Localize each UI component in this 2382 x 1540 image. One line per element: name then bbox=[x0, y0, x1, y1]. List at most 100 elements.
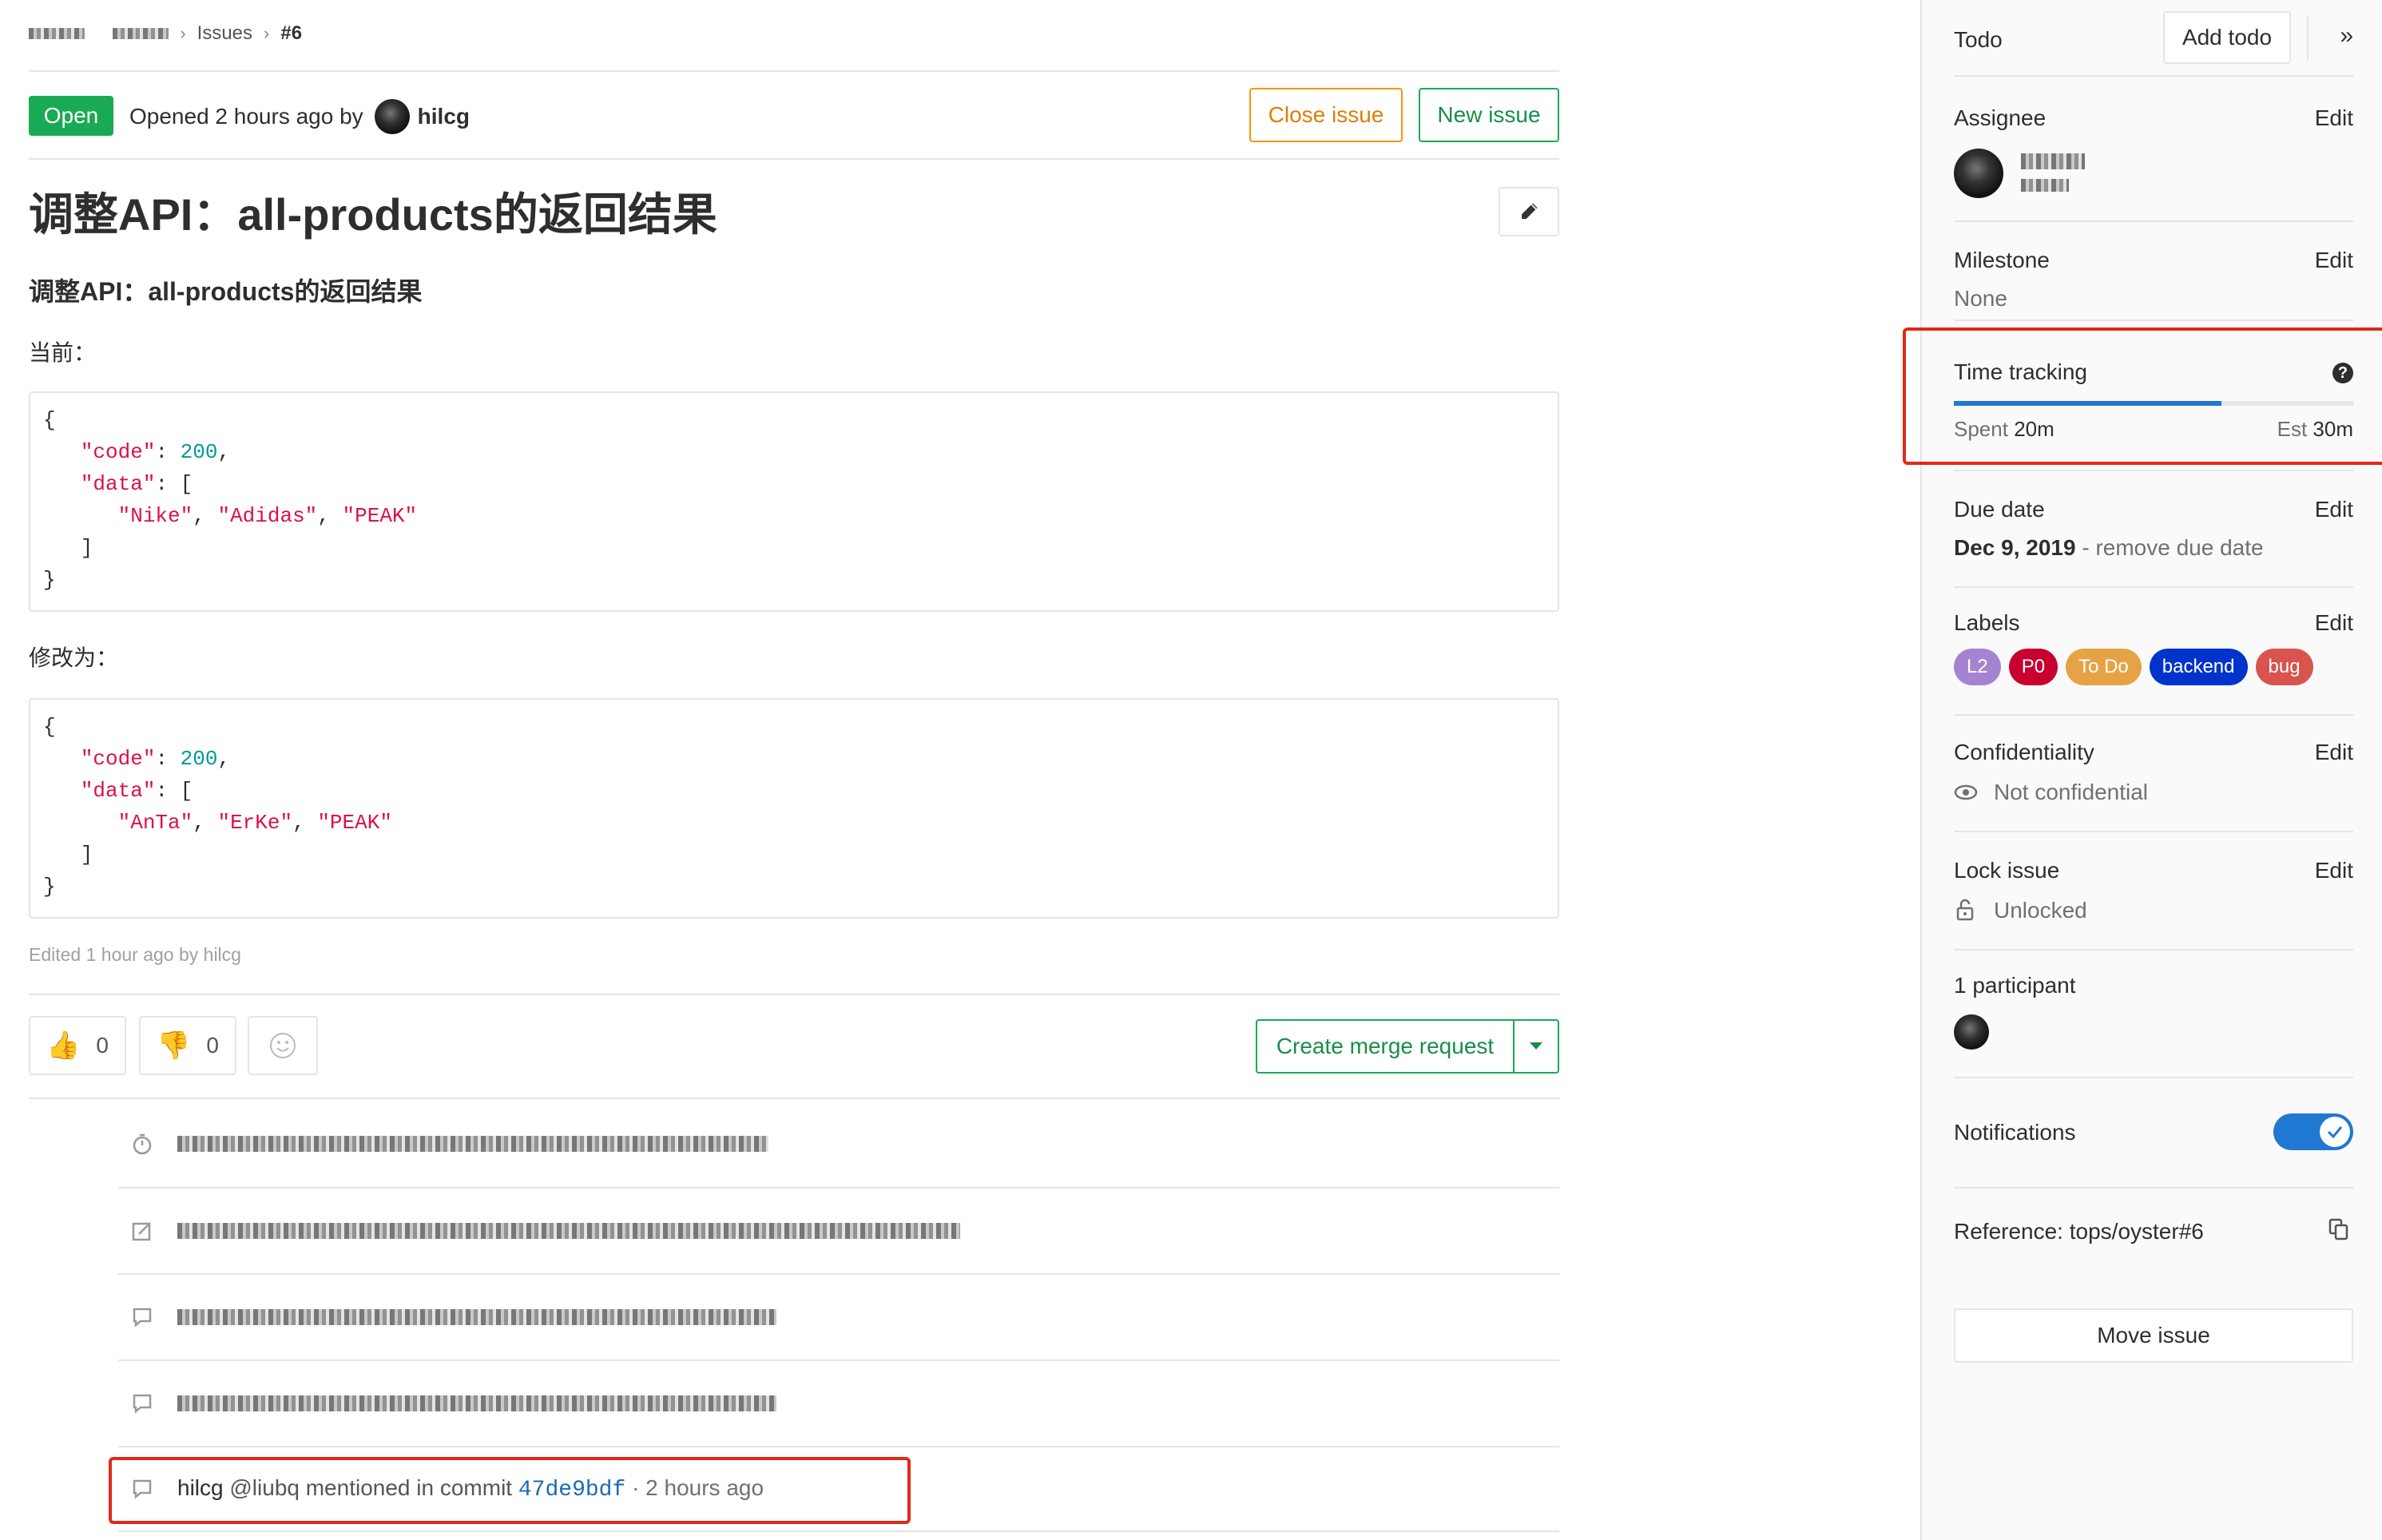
create-merge-request-label[interactable]: Create merge request bbox=[1257, 1021, 1515, 1072]
stopwatch-icon bbox=[133, 1133, 152, 1155]
notifications-toggle[interactable] bbox=[2273, 1113, 2353, 1150]
lock-label: Lock issue bbox=[1954, 858, 2060, 883]
opened-text: Opened 2 hours ago by bbox=[129, 104, 363, 129]
breadcrumb-group-blurred[interactable] bbox=[29, 22, 85, 45]
change-label: 修改为： bbox=[29, 645, 119, 670]
edit-icon bbox=[132, 1222, 151, 1241]
milestone-label: Milestone bbox=[1954, 248, 2050, 272]
participants-section: 1 participant bbox=[1954, 951, 2353, 1078]
activity-item bbox=[118, 1187, 1559, 1273]
author-name[interactable]: hilcg bbox=[418, 104, 470, 129]
merge-request-dropdown-toggle[interactable] bbox=[1515, 1021, 1558, 1072]
notifications-label: Notifications bbox=[1954, 1120, 2076, 1145]
thumbs-up-icon: 👍 bbox=[46, 1030, 81, 1061]
breadcrumb-separator-icon: › bbox=[180, 23, 186, 43]
todo-label: Todo bbox=[1954, 27, 2003, 52]
label-badge[interactable]: backend bbox=[2149, 649, 2248, 685]
lock-edit-link[interactable]: Edit bbox=[2315, 858, 2353, 883]
issue-sidebar: Todo Add todo » Assignee Edit Milestone … bbox=[1920, 0, 2382, 1540]
label-badge[interactable]: bug bbox=[2255, 649, 2313, 685]
remove-due-date-link[interactable]: - remove due date bbox=[2082, 535, 2263, 560]
divider bbox=[29, 158, 1559, 160]
labels-edit-link[interactable]: Edit bbox=[2315, 610, 2353, 636]
issue-meta: Opened 2 hours ago by hilcg bbox=[129, 99, 470, 134]
breadcrumb-issues[interactable]: Issues bbox=[197, 22, 252, 45]
notifications-section: Notifications bbox=[1954, 1078, 2353, 1189]
comment-icon bbox=[133, 1308, 152, 1328]
caret-down-icon bbox=[1530, 1042, 1542, 1050]
issue-title: 调整API：all-products的返回结果 bbox=[29, 189, 717, 240]
confidentiality-section: Confidentiality Edit Not confidential bbox=[1954, 716, 2353, 832]
description-heading: 调整API：all-products的返回结果 bbox=[29, 277, 423, 306]
confidentiality-value: Not confidential bbox=[1994, 780, 2149, 804]
issue-main: › › Issues › #6 Open Opened 2 hours ago … bbox=[29, 0, 1559, 1540]
edit-title-button[interactable] bbox=[1499, 187, 1559, 236]
confidentiality-edit-link[interactable]: Edit bbox=[2315, 740, 2353, 765]
lock-section: Lock issue Edit Unlocked bbox=[1954, 832, 2353, 951]
comment-icon bbox=[133, 1394, 152, 1414]
move-issue-button[interactable]: Move issue bbox=[1954, 1308, 2353, 1363]
label-badge[interactable]: To Do bbox=[2066, 649, 2142, 685]
milestone-value: None bbox=[1954, 286, 2007, 311]
thumbs-down-button[interactable]: 👎 0 bbox=[139, 1016, 236, 1075]
code-item: "Nike" bbox=[117, 504, 193, 528]
assignee-name-blurred[interactable] bbox=[2021, 153, 2085, 169]
add-todo-button[interactable]: Add todo bbox=[2163, 11, 2291, 64]
create-merge-request-button[interactable]: Create merge request bbox=[1256, 1019, 1559, 1074]
assignee-edit-link[interactable]: Edit bbox=[2315, 105, 2353, 131]
close-issue-button[interactable]: Close issue bbox=[1249, 88, 1403, 142]
due-date-value: Dec 9, 2019 bbox=[1954, 535, 2076, 560]
lock-value: Unlocked bbox=[1994, 898, 2087, 923]
activity-item bbox=[118, 1273, 1559, 1359]
code-value: 200 bbox=[180, 440, 218, 464]
assignee-avatar[interactable] bbox=[1954, 149, 2003, 198]
labels-label: Labels bbox=[1954, 610, 2020, 635]
milestone-edit-link[interactable]: Edit bbox=[2315, 248, 2353, 273]
check-icon bbox=[2327, 1126, 2343, 1138]
assignee-label: Assignee bbox=[1954, 105, 2047, 130]
code-key: "data" bbox=[80, 472, 156, 496]
due-date-section: Due date Edit Dec 9, 2019 - remove due d… bbox=[1954, 471, 2353, 588]
thumbs-down-count: 0 bbox=[206, 1033, 219, 1058]
code-value: 200 bbox=[180, 747, 218, 771]
participant-avatar[interactable] bbox=[1954, 1014, 1989, 1050]
pencil-icon bbox=[1522, 203, 1538, 219]
code-item: "PEAK" bbox=[317, 811, 392, 835]
highlight-box bbox=[1903, 327, 2382, 465]
highlight-box bbox=[109, 1457, 911, 1524]
divider bbox=[29, 994, 1559, 995]
code-block-before: { "code": 200, "data": [ "Nike", "Adidas… bbox=[29, 391, 1559, 612]
new-issue-button[interactable]: New issue bbox=[1419, 88, 1559, 142]
status-badge: Open bbox=[29, 96, 113, 136]
assignee-section: Assignee Edit bbox=[1954, 77, 2353, 222]
copy-icon[interactable] bbox=[2328, 1217, 2350, 1241]
edited-note: Edited 1 hour ago by hilcg bbox=[29, 944, 241, 965]
eye-icon bbox=[1954, 784, 1978, 800]
label-badge[interactable]: P0 bbox=[2008, 649, 2058, 685]
reference-section: Reference: tops/oyster#6 bbox=[1954, 1189, 2353, 1284]
participants-label: 1 participant bbox=[1954, 973, 2076, 998]
author-avatar[interactable] bbox=[374, 99, 410, 134]
breadcrumb-separator-icon: › bbox=[264, 23, 270, 43]
code-key: "data" bbox=[80, 779, 156, 803]
due-date-label: Due date bbox=[1954, 497, 2045, 522]
collapse-sidebar-icon[interactable]: » bbox=[2340, 22, 2353, 50]
code-item: "AnTa" bbox=[117, 811, 193, 835]
current-label: 当前： bbox=[29, 340, 97, 365]
labels-list: L2 P0 To Do backend bug bbox=[1954, 649, 2321, 685]
reference-label: Reference: tops/oyster#6 bbox=[1954, 1219, 2204, 1244]
breadcrumb-current[interactable]: #6 bbox=[280, 22, 302, 45]
code-item: "Adidas" bbox=[217, 504, 318, 528]
breadcrumb-project-blurred[interactable] bbox=[113, 22, 169, 45]
activity-item bbox=[118, 1359, 1559, 1446]
thumbs-down-icon: 👎 bbox=[157, 1030, 191, 1061]
confidentiality-label: Confidentiality bbox=[1954, 740, 2094, 764]
smiley-icon bbox=[270, 1033, 296, 1058]
thumbs-up-button[interactable]: 👍 0 bbox=[29, 1016, 126, 1075]
divider bbox=[29, 70, 1559, 72]
code-key: "code" bbox=[80, 440, 156, 464]
add-reaction-button[interactable] bbox=[248, 1016, 318, 1075]
label-badge[interactable]: L2 bbox=[1954, 649, 2001, 685]
due-date-edit-link[interactable]: Edit bbox=[2315, 497, 2353, 522]
todo-section: Todo Add todo » bbox=[1954, 0, 2353, 77]
